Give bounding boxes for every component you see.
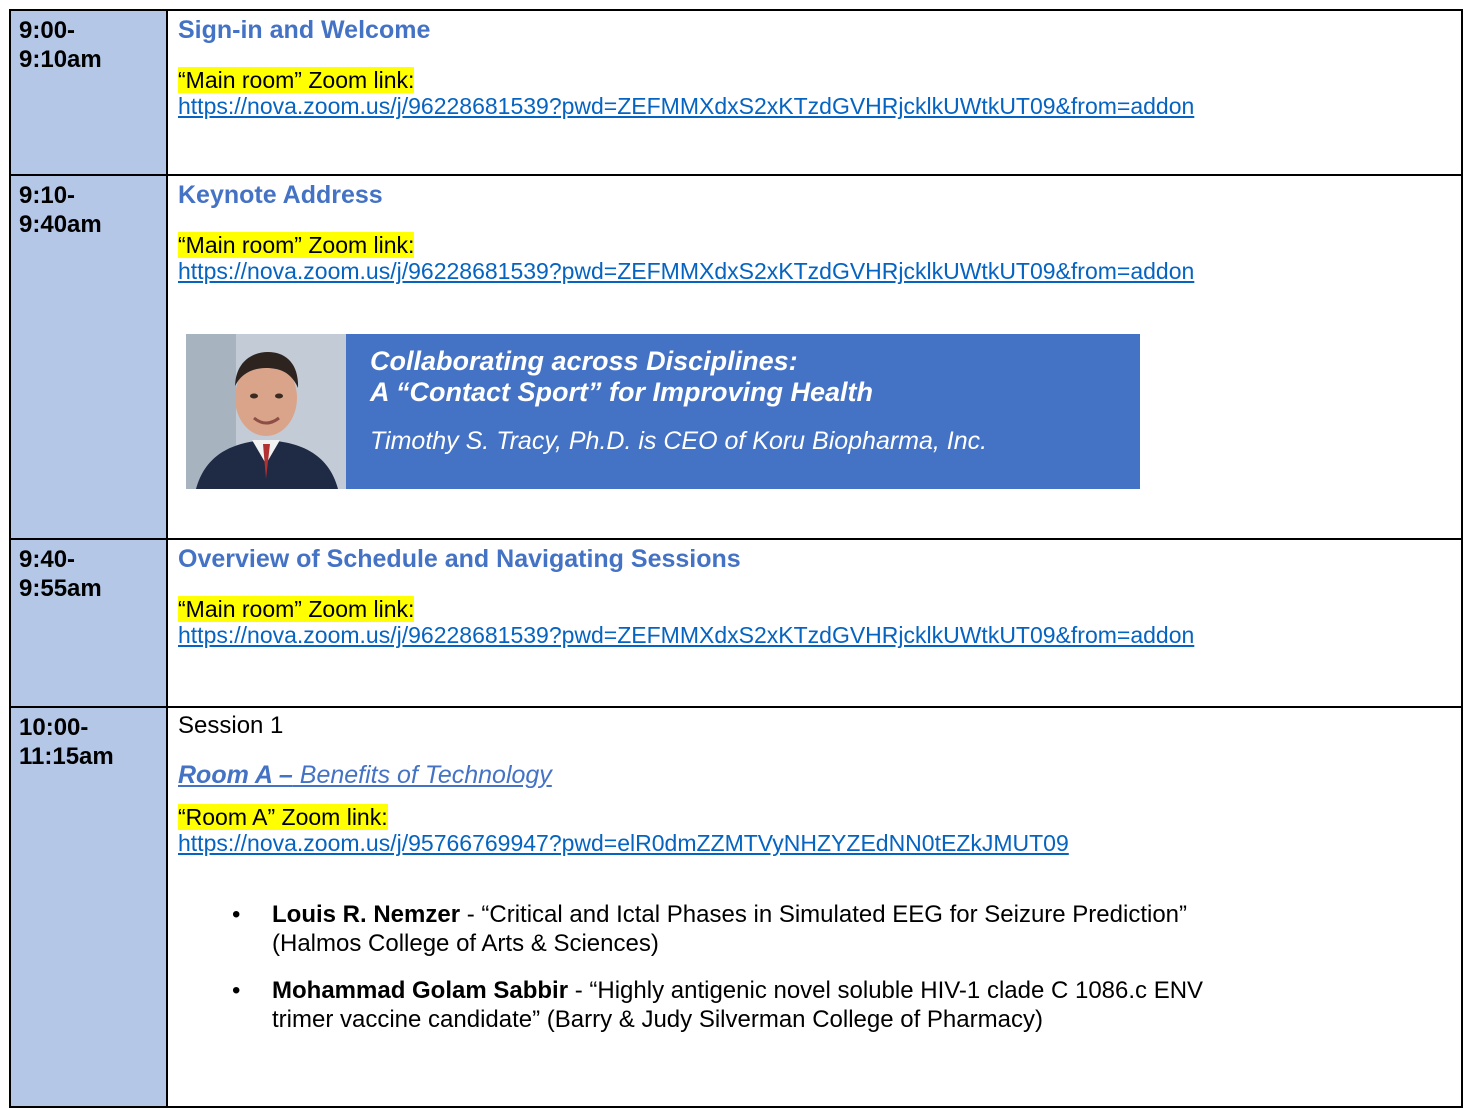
time-cell: 10:00- 11:15am xyxy=(9,706,168,1108)
content-cell: Keynote Address “Main room” Zoom link: h… xyxy=(166,174,1463,540)
zoom-link[interactable]: https://nova.zoom.us/j/96228681539?pwd=Z… xyxy=(178,93,1194,119)
bullet-icon: • xyxy=(232,901,241,928)
zoom-link-label: “Main room” Zoom link: xyxy=(178,67,415,93)
zoom-link[interactable]: https://nova.zoom.us/j/96228681539?pwd=Z… xyxy=(178,622,1194,648)
time-cell: 9:40- 9:55am xyxy=(9,538,168,708)
time-cell: 9:00- 9:10am xyxy=(9,9,168,176)
content-cell: Overview of Schedule and Navigating Sess… xyxy=(166,538,1463,708)
schedule-row: 9:40- 9:55am Overview of Schedule and Na… xyxy=(9,538,1463,708)
time-range: 9:00- 9:10am xyxy=(19,17,102,73)
time-range: 9:10- 9:40am xyxy=(19,182,102,238)
zoom-link[interactable]: https://nova.zoom.us/j/95766769947?pwd=e… xyxy=(178,830,1069,856)
talk-list: • Louis R. Nemzer - “Critical and Ictal … xyxy=(178,900,1451,1034)
presenter-name: Louis R. Nemzer xyxy=(272,901,461,928)
time-range: 9:40- 9:55am xyxy=(19,546,102,602)
session-title: Sign-in and Welcome xyxy=(178,16,431,44)
keynote-speaker: Timothy S. Tracy, Ph.D. is CEO of Koru B… xyxy=(370,427,988,455)
time-cell: 9:10- 9:40am xyxy=(9,174,168,540)
list-item: • Mohammad Golam Sabbir - “Highly antige… xyxy=(232,977,1204,1033)
list-item: • Louis R. Nemzer - “Critical and Ictal … xyxy=(232,901,1188,957)
schedule-row: 9:00- 9:10am Sign-in and Welcome “Main r… xyxy=(9,9,1463,176)
schedule-row: 10:00- 11:15am Session 1 Room A – Benefi… xyxy=(9,706,1463,1108)
keynote-banner: Collaborating across Disciplines: A “Con… xyxy=(186,334,1140,489)
zoom-link[interactable]: https://nova.zoom.us/j/96228681539?pwd=Z… xyxy=(178,258,1194,284)
keynote-title-line-1: Collaborating across Disciplines: xyxy=(370,346,798,376)
session-label: Session 1 xyxy=(178,712,284,739)
time-range: 10:00- 11:15am xyxy=(19,714,114,770)
schedule-table: 9:00- 9:10am Sign-in and Welcome “Main r… xyxy=(9,9,1463,1108)
keynote-title-line-2: A “Contact Sport” for Improving Health xyxy=(370,377,874,407)
content-cell: Sign-in and Welcome “Main room” Zoom lin… xyxy=(166,9,1463,176)
zoom-link-label: “Main room” Zoom link: xyxy=(178,232,415,258)
content-cell: Session 1 Room A – Benefits of Technolog… xyxy=(166,706,1463,1108)
schedule-row: 9:10- 9:40am Keynote Address “Main room”… xyxy=(9,174,1463,540)
room-a-heading: Room A – Benefits of Technology xyxy=(178,761,552,789)
session-title: Overview of Schedule and Navigating Sess… xyxy=(178,545,741,573)
zoom-link-label: “Room A” Zoom link: xyxy=(178,804,388,830)
presenter-name: Mohammad Golam Sabbir xyxy=(272,977,569,1004)
zoom-link-label: “Main room” Zoom link: xyxy=(178,596,415,622)
bullet-icon: • xyxy=(232,977,241,1004)
speaker-photo xyxy=(186,334,346,489)
session-title: Keynote Address xyxy=(178,181,383,209)
